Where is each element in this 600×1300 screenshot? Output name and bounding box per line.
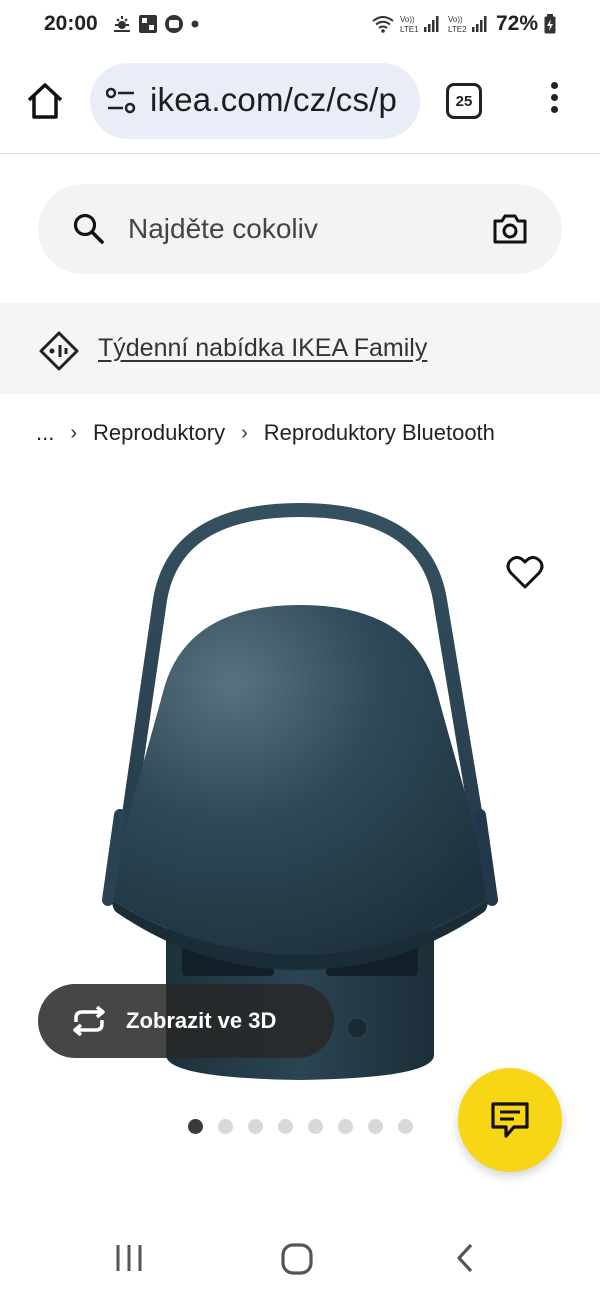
camera-search-icon[interactable]: [492, 212, 528, 246]
more-vert-icon[interactable]: [544, 82, 564, 122]
gallery-dot[interactable]: [188, 1119, 203, 1134]
view-3d-label: Zobrazit ve 3D: [126, 1008, 277, 1033]
weather-icon: [114, 16, 130, 32]
svg-text:LTE2: LTE2: [448, 25, 467, 34]
chat-icon: [491, 1102, 529, 1138]
status-bar: 20:00 Vo)) LTE1 Vo)) LTE2 72%: [0, 0, 600, 50]
chat-button[interactable]: [458, 1068, 562, 1172]
home-nav-icon[interactable]: [280, 1242, 314, 1276]
breadcrumb-item-reproduktory[interactable]: Reproduktory: [93, 420, 225, 446]
home-icon[interactable]: [24, 80, 66, 122]
signal-sim1-icon: Vo)) LTE1: [400, 15, 439, 34]
notification-icons: [112, 14, 200, 34]
breadcrumb-ellipsis[interactable]: ...: [36, 420, 54, 446]
breadcrumb-separator: ›: [70, 421, 78, 444]
price-tag-icon: [39, 331, 79, 371]
site-settings-icon[interactable]: [106, 87, 136, 115]
wifi-icon: [372, 16, 394, 33]
breadcrumb: ... › Reproduktory › Reproduktory Blueto…: [36, 420, 495, 446]
tabs-button[interactable]: 25: [446, 83, 482, 119]
svg-text:Vo)): Vo)): [448, 15, 463, 24]
photo-notification-icon: [139, 15, 157, 33]
search-box[interactable]: [38, 184, 562, 274]
heart-icon[interactable]: [506, 554, 544, 592]
rotate-3d-icon: [73, 1006, 105, 1036]
status-time: 20:00: [44, 12, 98, 35]
tab-count: 25: [455, 92, 473, 110]
family-offer-link[interactable]: Týdenní nabídka IKEA Family: [98, 334, 427, 363]
gallery-dot[interactable]: [218, 1119, 233, 1134]
address-bar[interactable]: ikea.com/cz/cs/p: [90, 63, 420, 139]
gallery-dot[interactable]: [398, 1119, 413, 1134]
signal-sim2-icon: Vo)) LTE2: [448, 15, 487, 34]
gallery-dot[interactable]: [248, 1119, 263, 1134]
view-3d-button[interactable]: Zobrazit ve 3D: [38, 984, 334, 1058]
battery-charging-icon: [544, 14, 556, 34]
gallery-dot[interactable]: [308, 1119, 323, 1134]
product-gallery[interactable]: Zobrazit ve 3D: [0, 480, 600, 1100]
back-icon[interactable]: [454, 1243, 476, 1273]
more-notifications-dot-icon: [191, 20, 199, 28]
recent-apps-icon[interactable]: [114, 1243, 144, 1273]
search-input[interactable]: [128, 206, 468, 252]
system-nav-bar: [0, 1215, 600, 1300]
gallery-pagination: [188, 1119, 413, 1134]
battery-level: 72%: [495, 12, 538, 35]
status-right: Vo)) LTE1 Vo)) LTE2 72%: [372, 12, 556, 36]
breadcrumb-item-bluetooth[interactable]: Reproduktory Bluetooth: [264, 420, 495, 446]
app-notification-icon: [165, 15, 183, 33]
url-text[interactable]: ikea.com/cz/cs/p: [150, 81, 397, 119]
search-icon: [73, 213, 104, 244]
browser-toolbar: ikea.com/cz/cs/p 25: [0, 50, 600, 154]
gallery-dot[interactable]: [338, 1119, 353, 1134]
breadcrumb-separator: ›: [241, 421, 248, 444]
gallery-dot[interactable]: [278, 1119, 293, 1134]
ikea-family-banner[interactable]: Týdenní nabídka IKEA Family: [0, 303, 600, 394]
svg-text:LTE1: LTE1: [400, 25, 419, 34]
gallery-dot[interactable]: [368, 1119, 383, 1134]
svg-text:Vo)): Vo)): [400, 15, 415, 24]
